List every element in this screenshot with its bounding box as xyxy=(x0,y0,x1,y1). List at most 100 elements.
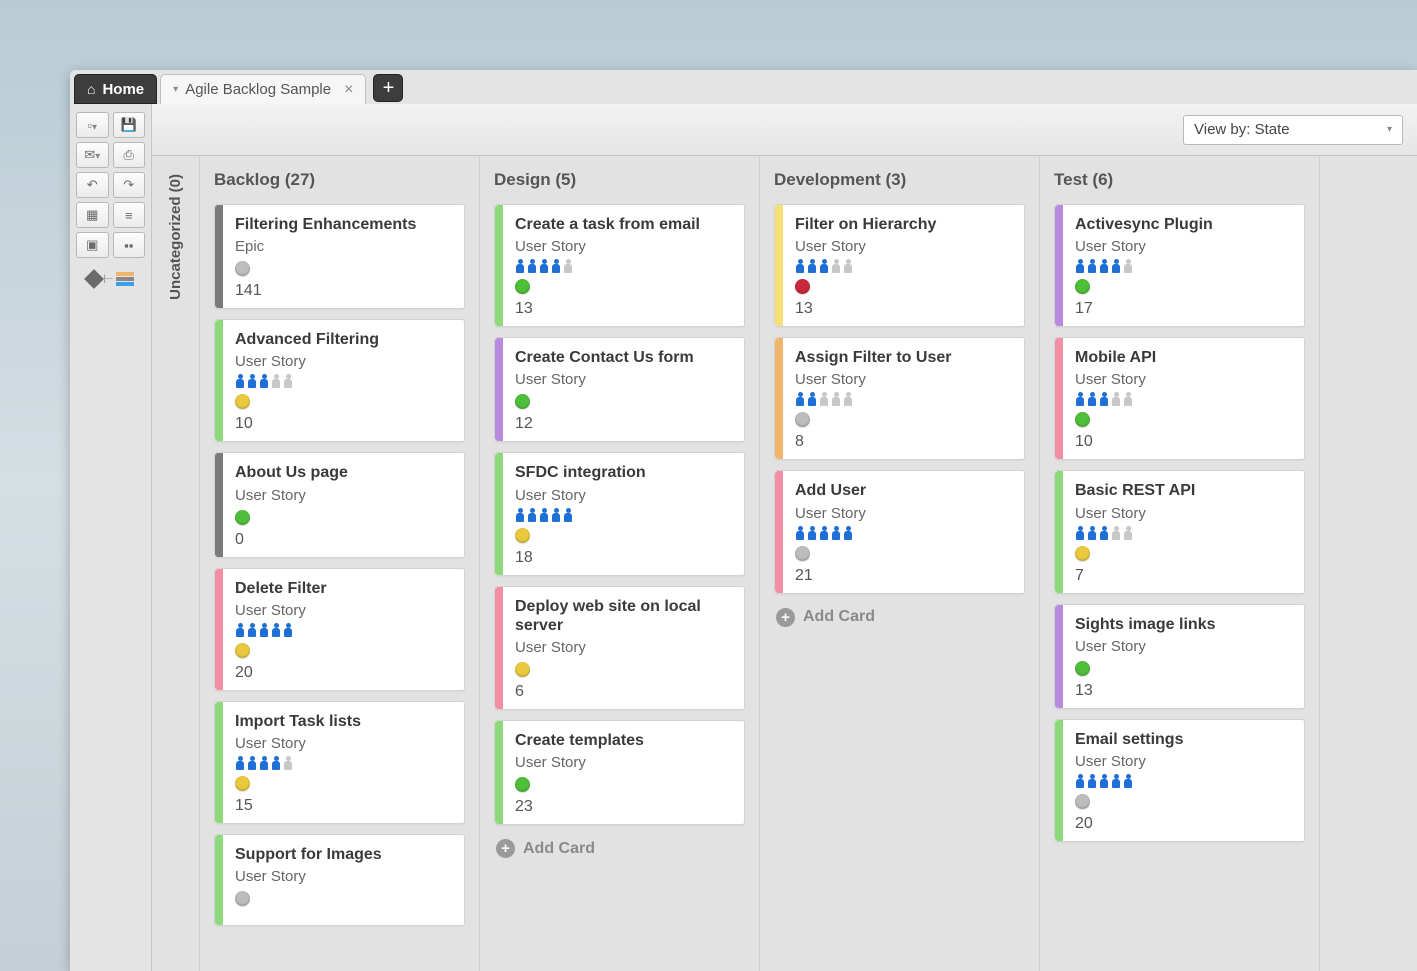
save-button[interactable]: 💾 xyxy=(113,112,146,138)
person-icon xyxy=(539,508,549,522)
uncategorized-column[interactable]: Uncategorized (0) xyxy=(152,156,200,971)
tab-document[interactable]: ▾ Agile Backlog Sample × xyxy=(160,74,366,104)
card-type: User Story xyxy=(1075,238,1292,255)
person-icon xyxy=(1123,392,1133,406)
card[interactable]: Assign Filter to UserUser Story8 xyxy=(774,337,1025,460)
card-body: Support for Images User Story xyxy=(223,835,464,925)
people-icons xyxy=(515,259,732,273)
card-type: User Story xyxy=(1075,505,1292,522)
person-icon xyxy=(795,392,805,406)
card-stripe xyxy=(775,338,783,459)
close-icon[interactable]: × xyxy=(344,81,353,99)
chevron-down-icon: ▾ xyxy=(1387,124,1392,135)
card-meta-row xyxy=(235,776,452,791)
card-meta-row xyxy=(1075,546,1292,561)
person-icon xyxy=(259,374,269,388)
card-meta-row xyxy=(795,412,1012,427)
card-body: Create a task from emailUser Story13 xyxy=(503,205,744,326)
calendar-button[interactable]: ▣ xyxy=(76,232,109,258)
card[interactable]: Basic REST APIUser Story7 xyxy=(1054,470,1305,593)
card-points: 6 xyxy=(515,683,732,701)
filter-button[interactable]: ≡ xyxy=(113,202,146,228)
card[interactable]: Deploy web site on local serverUser Stor… xyxy=(494,586,745,710)
status-dot xyxy=(235,261,250,276)
card[interactable]: Filter on HierarchyUser Story13 xyxy=(774,204,1025,327)
card-stripe xyxy=(215,205,223,308)
card[interactable]: Activesync PluginUser Story17 xyxy=(1054,204,1305,327)
home-icon: ⌂ xyxy=(87,81,95,97)
status-dot xyxy=(515,394,530,409)
card[interactable]: Delete FilterUser Story20 xyxy=(214,568,465,691)
add-card-button[interactable]: +Add Card xyxy=(494,835,745,862)
card[interactable]: Add UserUser Story21 xyxy=(774,470,1025,593)
card-stripe xyxy=(1055,720,1063,841)
undo-button[interactable]: ↶ xyxy=(76,172,109,198)
add-card-button[interactable]: +Add Card xyxy=(774,604,1025,631)
tab-add-button[interactable]: + xyxy=(373,74,403,102)
card[interactable]: Create a task from emailUser Story13 xyxy=(494,204,745,327)
card-body: Create Contact Us formUser Story12 xyxy=(503,338,744,441)
color-bars-icon xyxy=(116,272,134,286)
status-dot xyxy=(235,510,250,525)
card-title: Create templates xyxy=(515,731,732,750)
person-icon xyxy=(807,392,817,406)
card[interactable]: Create Contact Us formUser Story12 xyxy=(494,337,745,442)
view-by-select[interactable]: View by: State ▾ xyxy=(1183,115,1403,145)
card-type: User Story xyxy=(235,868,452,885)
card[interactable]: Filtering EnhancementsEpic141 xyxy=(214,204,465,309)
person-icon xyxy=(259,756,269,770)
view-by-label: View by: State xyxy=(1194,121,1290,138)
redo-button[interactable]: ↷ xyxy=(113,172,146,198)
card[interactable]: Create templatesUser Story23 xyxy=(494,720,745,825)
main-area: View by: State ▾ Uncategorized (0) Backl… xyxy=(152,104,1417,971)
grid-view-button[interactable]: ▦ xyxy=(76,202,109,228)
card[interactable]: Sights image linksUser Story13 xyxy=(1054,604,1305,709)
card[interactable]: Support for Images User Story xyxy=(214,834,465,926)
legend-widget: ⊢ xyxy=(76,272,145,286)
grid-icon: ▦ xyxy=(86,207,98,223)
card-points: 20 xyxy=(1075,815,1292,833)
status-dot xyxy=(235,643,250,658)
save-icon: 💾 xyxy=(121,117,137,133)
person-icon xyxy=(1075,526,1085,540)
card-meta-row xyxy=(1075,279,1292,294)
column-title: Backlog (27) xyxy=(214,170,465,190)
status-dot xyxy=(515,777,530,792)
card-title: Assign Filter to User xyxy=(795,348,1012,367)
person-icon xyxy=(795,259,805,273)
person-icon xyxy=(271,756,281,770)
card[interactable]: About Us pageUser Story0 xyxy=(214,452,465,557)
person-icon xyxy=(807,259,817,273)
new-doc-button[interactable]: ▫▾ xyxy=(76,112,109,138)
status-dot xyxy=(235,776,250,791)
card[interactable]: SFDC integrationUser Story18 xyxy=(494,452,745,575)
status-dot xyxy=(795,279,810,294)
card-type: User Story xyxy=(515,238,732,255)
print-button[interactable]: ⎙ xyxy=(113,142,146,168)
person-icon xyxy=(1087,774,1097,788)
person-icon xyxy=(283,756,293,770)
card-body: Email settingsUser Story20 xyxy=(1063,720,1304,841)
sliders-icon: ≡ xyxy=(125,208,133,223)
card-stripe xyxy=(215,453,223,556)
card[interactable]: Email settingsUser Story20 xyxy=(1054,719,1305,842)
card[interactable]: Advanced FilteringUser Story10 xyxy=(214,319,465,442)
card-body: Create templatesUser Story23 xyxy=(503,721,744,824)
card-title: Support for Images xyxy=(235,845,452,864)
person-icon xyxy=(247,756,257,770)
tab-home[interactable]: ⌂ Home xyxy=(74,74,157,104)
card-view-button[interactable]: ▪▪ xyxy=(113,232,146,258)
status-dot xyxy=(515,662,530,677)
card-stripe xyxy=(775,205,783,326)
person-icon xyxy=(831,392,841,406)
card-meta-row xyxy=(235,394,452,409)
card-meta-row xyxy=(235,261,452,276)
mail-button[interactable]: ✉▾ xyxy=(76,142,109,168)
card-title: Create a task from email xyxy=(515,215,732,234)
card[interactable]: Import Task listsUser Story15 xyxy=(214,701,465,824)
card[interactable]: Mobile APIUser Story10 xyxy=(1054,337,1305,460)
card-type: User Story xyxy=(1075,753,1292,770)
status-dot xyxy=(1075,412,1090,427)
person-icon xyxy=(1123,774,1133,788)
card-stripe xyxy=(495,587,503,709)
